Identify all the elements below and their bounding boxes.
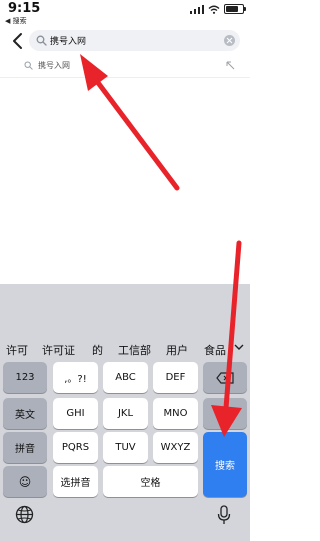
back-chevron-icon[interactable]	[10, 31, 26, 51]
backspace-key[interactable]	[203, 362, 247, 393]
backspace-icon	[216, 371, 234, 384]
key-123[interactable]: 123	[3, 362, 47, 393]
suggestion-item[interactable]: 携号入网	[0, 55, 250, 77]
key-pqrs[interactable]: PQRS	[53, 432, 98, 463]
key-mno[interactable]: MNO	[153, 398, 198, 429]
clear-icon[interactable]	[224, 35, 235, 46]
key-english[interactable]: 英文	[3, 398, 47, 429]
search-icon	[24, 61, 33, 70]
candidate-word[interactable]: 许可证	[42, 342, 75, 358]
key-ghi[interactable]: GHI	[53, 398, 98, 429]
key-abc[interactable]: ABC	[103, 362, 148, 393]
status-time: 9:15	[8, 1, 41, 16]
key-punctuation[interactable]: ,。?!	[53, 362, 98, 393]
suggestion-text: 携号入网	[38, 61, 70, 70]
key-def[interactable]: DEF	[153, 362, 198, 393]
globe-icon[interactable]	[15, 505, 34, 524]
candidate-word[interactable]: 的	[92, 342, 103, 358]
candidate-word[interactable]: 许可	[6, 342, 28, 358]
space-key[interactable]: 空格	[103, 466, 198, 497]
signal-icon	[190, 4, 204, 14]
key-tuv[interactable]: TUV	[103, 432, 148, 463]
candidate-word[interactable]: 工信部	[118, 342, 151, 358]
key-blank[interactable]	[203, 398, 247, 429]
search-key[interactable]: 搜索	[203, 432, 247, 497]
candidate-word[interactable]: 食品	[204, 342, 226, 358]
fill-arrow-icon[interactable]	[226, 61, 235, 70]
divider	[0, 77, 250, 78]
microphone-icon[interactable]	[217, 505, 231, 525]
key-emoji[interactable]: ☺	[3, 466, 47, 497]
battery-icon	[224, 4, 246, 14]
wifi-icon	[208, 5, 220, 14]
status-icons	[190, 4, 246, 14]
candidate-word[interactable]: 用户	[166, 342, 188, 358]
key-pinyin[interactable]: 拼音	[3, 432, 47, 463]
search-header	[0, 28, 250, 54]
chevron-down-icon[interactable]	[234, 341, 244, 354]
key-jkl[interactable]: JKL	[103, 398, 148, 429]
key-wxyz[interactable]: WXYZ	[153, 432, 198, 463]
status-back-link[interactable]: ◀ 搜索	[5, 16, 27, 26]
search-box[interactable]	[29, 30, 240, 51]
search-icon	[36, 35, 47, 46]
search-input[interactable]	[50, 32, 220, 49]
key-select-pinyin[interactable]: 选拼音	[53, 466, 98, 497]
status-bar: 9:15 ◀ 搜索	[0, 0, 250, 25]
